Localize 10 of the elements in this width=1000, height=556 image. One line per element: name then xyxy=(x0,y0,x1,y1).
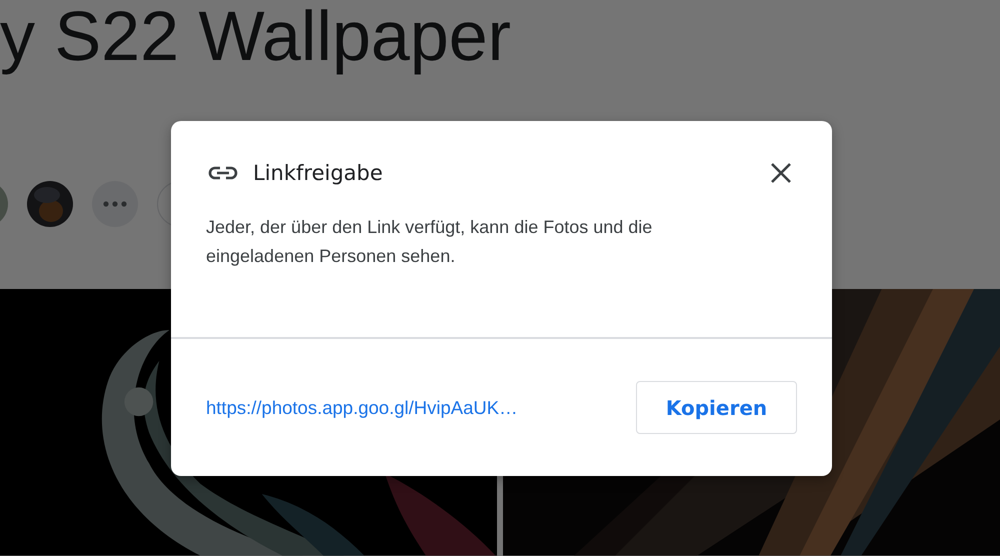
more-button[interactable] xyxy=(92,181,138,227)
more-icon xyxy=(103,201,127,207)
album-title: y S22 Wallpaper xyxy=(0,0,511,74)
close-icon xyxy=(770,162,792,184)
share-link[interactable]: https://photos.app.goo.gl/HvipAaUK… xyxy=(206,396,518,418)
link-icon xyxy=(207,165,239,181)
avatar[interactable] xyxy=(27,181,73,227)
copy-button[interactable]: Kopieren xyxy=(636,381,797,434)
dialog-message: Jeder, der über den Link verfügt, kann die Fotos und die eingeladenen Personen sehen. xyxy=(206,216,654,268)
dialog-title: Linkfreigabe xyxy=(253,161,384,185)
